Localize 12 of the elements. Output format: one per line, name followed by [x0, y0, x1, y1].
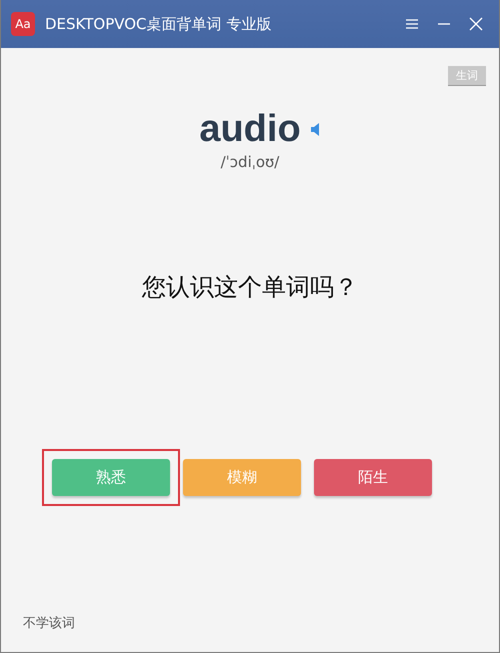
window-title: DESKTOPVOC桌面背单词 专业版 [45, 14, 272, 34]
answer-button[interactable]: 熟悉 [52, 459, 170, 496]
close-icon [469, 17, 483, 31]
speaker-icon[interactable] [310, 123, 321, 136]
question: 您认识这个单词吗？ [141, 272, 359, 303]
menu-icon [405, 17, 419, 31]
skip-word-link[interactable]: 不学该词 [23, 614, 499, 632]
phonetic: /ˈɔdiˌoʊ/ [220, 153, 280, 171]
answer-button[interactable]: 模糊 [183, 459, 301, 496]
app-logo: Aa [11, 12, 35, 36]
word: audio [199, 108, 301, 151]
answer-button[interactable]: 陌生 [314, 459, 432, 496]
